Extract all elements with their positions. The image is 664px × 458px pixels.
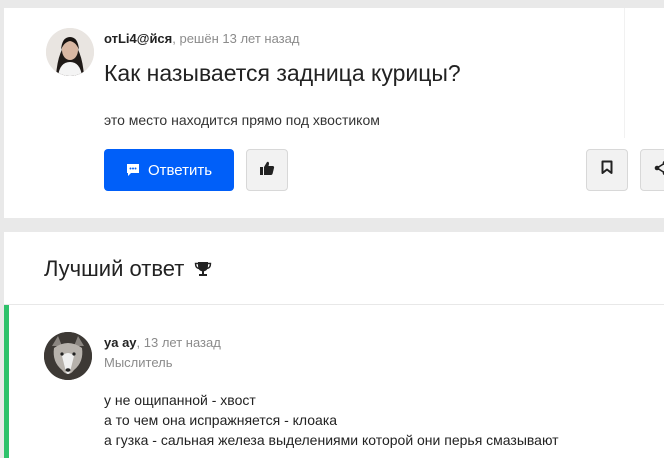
answer-author-rank: Мыслитель (104, 355, 173, 370)
question-time: , решён 13 лет назад (172, 31, 300, 46)
comment-icon (126, 163, 140, 177)
answer-line: а гузка - сальная железа выделениями кот… (104, 432, 559, 448)
answer-text: у не ощипанной - хвост а то чем она испр… (104, 390, 559, 450)
bookmark-icon (601, 160, 613, 180)
question-author-avatar[interactable] (46, 28, 94, 76)
question-body: это место находится прямо под хвостиком (104, 112, 380, 128)
bookmark-button[interactable] (586, 149, 628, 191)
best-answer-heading: Лучший ответ (44, 256, 212, 282)
answer-author-name[interactable]: ya ay (104, 335, 137, 350)
answer-line: а то чем она испражняется - клоака (104, 412, 338, 428)
question-card: отLi4@йся, решён 13 лет назад Как называ… (4, 8, 664, 218)
answer-line: у не ощипанной - хвост (104, 392, 256, 408)
answer-button[interactable]: Ответить (104, 149, 234, 191)
trophy-icon (194, 261, 212, 277)
answer-author-avatar[interactable] (44, 332, 92, 380)
heading-divider (4, 304, 664, 305)
best-answer-heading-text: Лучший ответ (44, 256, 185, 281)
best-answer-indicator (4, 305, 9, 458)
like-button[interactable] (246, 149, 288, 191)
question-meta: отLi4@йся, решён 13 лет назад (104, 31, 299, 46)
thumbs-up-icon (259, 160, 275, 181)
question-author-name[interactable]: отLi4@йся (104, 31, 172, 46)
answer-button-label: Ответить (147, 161, 213, 179)
question-title: Как называется задница курицы? (104, 60, 461, 86)
best-answer-card: Лучший ответ ya ay, 13 лет назад Мыслите… (4, 232, 664, 458)
answer-time: , 13 лет назад (136, 335, 221, 350)
vertical-divider (624, 8, 625, 138)
share-button[interactable] (640, 149, 664, 191)
share-icon (653, 160, 664, 181)
answer-meta: ya ay, 13 лет назад (104, 335, 221, 350)
